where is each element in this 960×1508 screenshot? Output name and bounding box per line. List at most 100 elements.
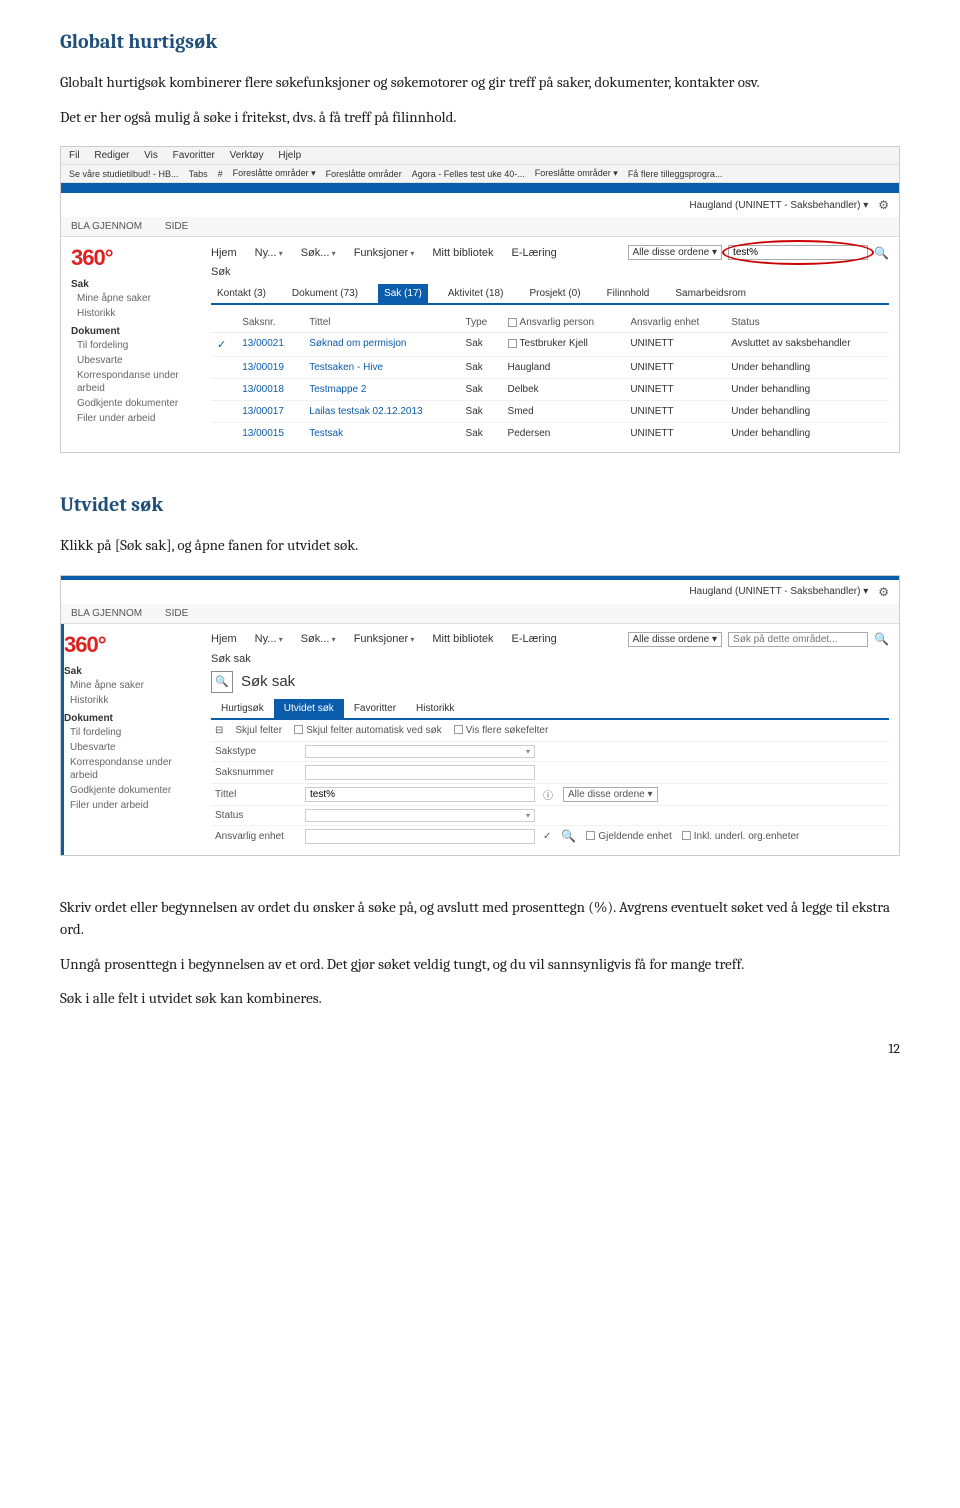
tab-sak[interactable]: Sak (17) — [378, 284, 428, 303]
tab-samarbeidsrom[interactable]: Samarbeidsrom — [669, 284, 752, 303]
user-menu[interactable]: Haugland (UNINETT - Saksbehandler) ▾ — [689, 200, 868, 211]
cell-saksnr[interactable]: 13/00015 — [236, 423, 303, 445]
gear-icon[interactable]: ⚙ — [878, 585, 889, 599]
fav-tillegg[interactable]: Få flere tilleggsprogra... — [628, 169, 723, 179]
table-row[interactable]: ✓ 13/00021 Søknad om permisjon Sak Testb… — [211, 333, 889, 357]
tab-favoritter[interactable]: Favoritter — [344, 699, 406, 718]
input-sakstype[interactable] — [305, 745, 535, 758]
sidebar-item-historikk[interactable]: Historikk — [77, 307, 191, 320]
info-icon[interactable]: ⓘ — [543, 787, 553, 802]
cell-tittel[interactable]: Testsak — [303, 423, 459, 445]
sidebar-item-korrespondanse[interactable]: Korrespondanse under arbeid — [77, 369, 191, 395]
search-icon[interactable]: 🔍 — [874, 632, 889, 646]
col-ansvarlig-enhet[interactable]: Ansvarlig enhet — [624, 313, 725, 333]
checkbox-vis-flere[interactable]: Vis flere søkefelter — [454, 725, 549, 736]
checkbox-inkl-underl[interactable]: Inkl. underl. org.enheter — [682, 831, 800, 842]
menu-fil[interactable]: Fil — [69, 150, 80, 161]
table-row[interactable]: 13/00015 Testsak Sak Pedersen UNINETT Un… — [211, 423, 889, 445]
table-row[interactable]: 13/00017 Lailas testsak 02.12.2013 Sak S… — [211, 401, 889, 423]
cell-saksnr[interactable]: 13/00018 — [236, 379, 303, 401]
sidebar-item-til-fordeling[interactable]: Til fordeling — [77, 339, 191, 352]
ribbon-side[interactable]: SIDE — [165, 608, 188, 619]
sidebar-item-godkjente[interactable]: Godkjente dokumenter — [70, 784, 191, 797]
fav-foreslatte-3[interactable]: Foreslåtte områder ▾ — [535, 168, 618, 179]
sidebar-item-godkjente[interactable]: Godkjente dokumenter — [77, 397, 191, 410]
tab-aktivitet[interactable]: Aktivitet (18) — [442, 284, 510, 303]
cell-tittel[interactable]: Testsaken - Hive — [303, 357, 459, 379]
user-menu[interactable]: Haugland (UNINETT - Saksbehandler) ▾ — [689, 586, 868, 597]
nav-hjem[interactable]: Hjem — [211, 247, 237, 259]
sidebar-item-korrespondanse[interactable]: Korrespondanse under arbeid — [70, 756, 191, 782]
sidebar-item-til-fordeling[interactable]: Til fordeling — [70, 726, 191, 739]
cell-tittel[interactable]: Lailas testsak 02.12.2013 — [303, 401, 459, 423]
fav-foreslatte-1[interactable]: Foreslåtte områder ▾ — [233, 168, 316, 179]
fav-agora[interactable]: Agora - Felles test uke 40-... — [412, 169, 525, 179]
checkbox-gjeldende-enhet[interactable]: Gjeldende enhet — [586, 831, 671, 842]
nav-elaring[interactable]: E-Læring — [512, 633, 557, 645]
sidebar-item-filer-under-arbeid[interactable]: Filer under arbeid — [77, 412, 191, 425]
col-saksnr[interactable]: Saksnr. — [236, 313, 303, 333]
tab-historikk[interactable]: Historikk — [406, 699, 464, 718]
table-row[interactable]: 13/00019 Testsaken - Hive Sak Haugland U… — [211, 357, 889, 379]
col-ansvarlig-person[interactable]: Ansvarlig person — [502, 313, 625, 333]
cell-saksnr[interactable]: 13/00021 — [236, 333, 303, 357]
ribbon-bla-gjennom[interactable]: BLA GJENNOM — [71, 221, 142, 232]
cell-tittel[interactable]: Testmappe 2 — [303, 379, 459, 401]
nav-elaring[interactable]: E-Læring — [512, 247, 557, 259]
collapse-icon[interactable]: ⊟ — [215, 725, 223, 736]
tab-filinnhold[interactable]: Filinnhold — [601, 284, 656, 303]
table-row[interactable]: 13/00018 Testmappe 2 Sak Delbek UNINETT … — [211, 379, 889, 401]
cell-saksnr[interactable]: 13/00019 — [236, 357, 303, 379]
sidebar-item-ubesvarte[interactable]: Ubesvarte — [77, 354, 191, 367]
gear-icon[interactable]: ⚙ — [878, 198, 889, 212]
col-status[interactable]: Status — [725, 313, 889, 333]
nav-sok[interactable]: Søk... — [301, 247, 336, 259]
input-ansvarlig-enhet[interactable] — [305, 829, 535, 844]
sidebar-item-mine-apne-saker[interactable]: Mine åpne saker — [77, 292, 191, 305]
tab-dokument[interactable]: Dokument (73) — [286, 284, 364, 303]
tab-prosjekt[interactable]: Prosjekt (0) — [523, 284, 586, 303]
nav-ny[interactable]: Ny... — [255, 633, 283, 645]
lookup-icon[interactable]: 🔍 — [561, 829, 576, 843]
nav-funksjoner[interactable]: Funksjoner — [354, 633, 415, 645]
checkbox-auto-skjul[interactable]: Skjul felter automatisk ved søk — [294, 725, 442, 736]
menu-rediger[interactable]: Rediger — [94, 150, 129, 161]
sidebar-item-ubesvarte[interactable]: Ubesvarte — [70, 741, 191, 754]
search-mode-select[interactable]: Alle disse ordene ▾ — [628, 245, 723, 260]
menu-verktoy[interactable]: Verktøy — [230, 150, 264, 161]
nav-hjem[interactable]: Hjem — [211, 633, 237, 645]
ribbon-side[interactable]: SIDE — [165, 221, 188, 232]
col-tittel[interactable]: Tittel — [303, 313, 459, 333]
sidebar-item-historikk[interactable]: Historikk — [70, 694, 191, 707]
col-type[interactable]: Type — [460, 313, 502, 333]
nav-sok[interactable]: Søk... — [301, 633, 336, 645]
fav-foreslatte-2[interactable]: Foreslåtte områder — [326, 169, 402, 179]
fav-tabs[interactable]: Tabs — [189, 169, 208, 179]
fav-studietilbud[interactable]: Se våre studietilbud! - HB... — [69, 169, 179, 179]
menu-vis[interactable]: Vis — [144, 150, 158, 161]
search-mode-select[interactable]: Alle disse ordene ▾ — [628, 632, 723, 647]
fav-hash[interactable]: # — [218, 169, 223, 179]
cell-saksnr[interactable]: 13/00017 — [236, 401, 303, 423]
cell-tittel[interactable]: Søknad om permisjon — [303, 333, 459, 357]
menu-hjelp[interactable]: Hjelp — [278, 150, 301, 161]
sidebar-item-filer-under-arbeid[interactable]: Filer under arbeid — [70, 799, 191, 812]
menu-favoritter[interactable]: Favoritter — [173, 150, 215, 161]
tab-hurtigsok[interactable]: Hurtigsøk — [211, 699, 274, 718]
ribbon-bla-gjennom[interactable]: BLA GJENNOM — [71, 608, 142, 619]
tab-utvidet-sok[interactable]: Utvidet søk — [274, 699, 344, 718]
tab-kontakt[interactable]: Kontakt (3) — [211, 284, 272, 303]
nav-funksjoner[interactable]: Funksjoner — [354, 247, 415, 259]
global-search-input[interactable] — [728, 245, 868, 260]
search-icon[interactable]: 🔍 — [874, 246, 889, 260]
checkmark-icon[interactable]: ✓ — [543, 831, 551, 842]
skjul-felter-label[interactable]: Skjul felter — [235, 725, 282, 736]
sidebar-item-mine-apne-saker[interactable]: Mine åpne saker — [70, 679, 191, 692]
input-saksnummer[interactable] — [305, 765, 535, 780]
global-search-input[interactable] — [728, 632, 868, 647]
input-status[interactable] — [305, 809, 535, 822]
nav-mitt-bibliotek[interactable]: Mitt bibliotek — [432, 247, 493, 259]
input-tittel[interactable] — [305, 787, 535, 802]
nav-ny[interactable]: Ny... — [255, 247, 283, 259]
tittel-mode-select[interactable]: Alle disse ordene ▾ — [563, 787, 658, 802]
